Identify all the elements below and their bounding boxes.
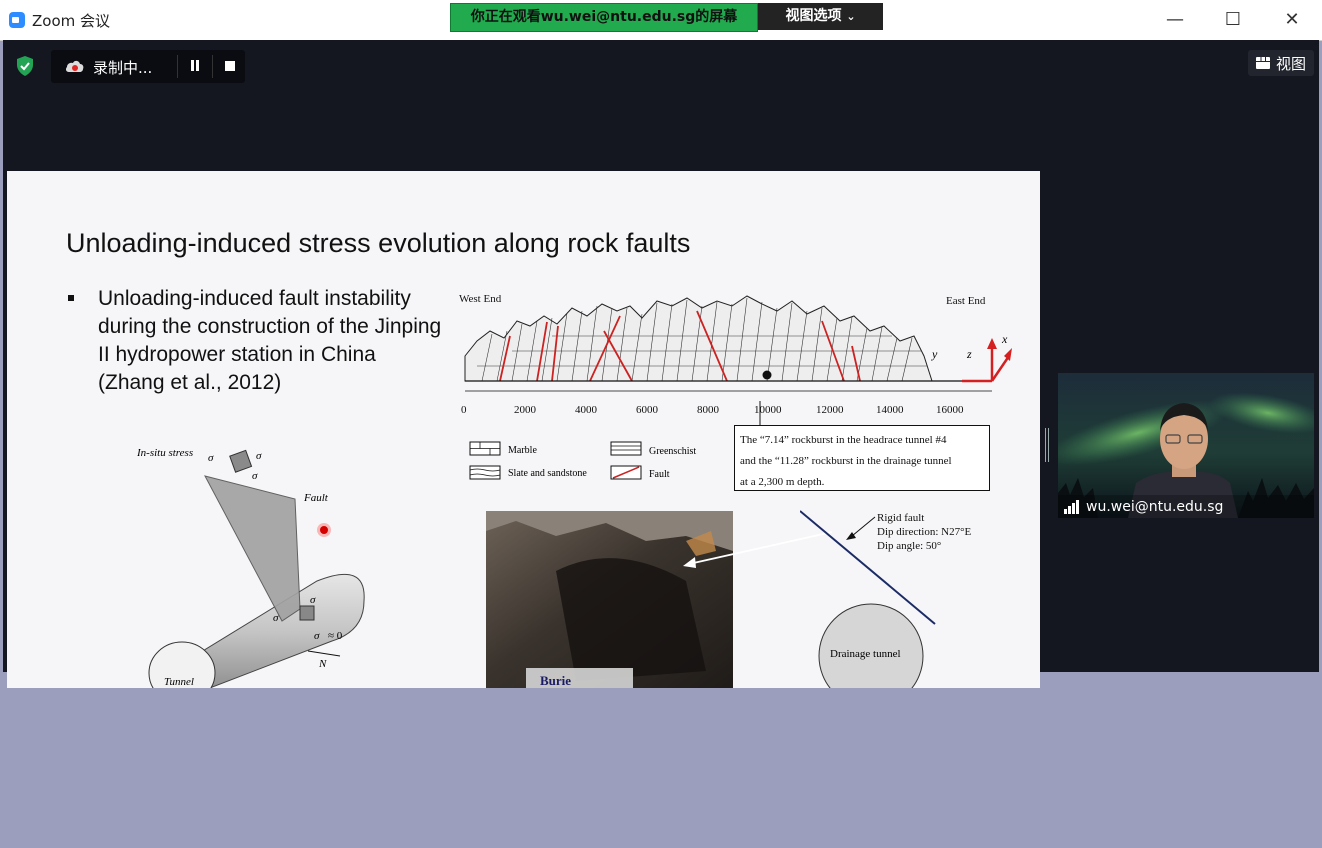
toolbar-divider [212, 55, 213, 78]
cloud-record-icon [65, 60, 84, 72]
panel-splitter-handle[interactable] [1045, 428, 1050, 462]
rockburst-callout-box: The “7.14” rockburst in the headrace tun… [734, 425, 990, 491]
fault-info-line: Dip direction: N27°E [877, 526, 972, 538]
axis-tick: 2000 [514, 404, 537, 416]
sigma-label: σ [273, 612, 279, 624]
sigma-label: σ [314, 630, 320, 642]
sigma-label: σ [252, 470, 258, 482]
screen-share-banner: 你正在观看wu.wei@ntu.edu.sg的屏幕 [450, 3, 758, 32]
sigma-label: σ [208, 452, 214, 464]
view-options-label: 视图选项 [785, 8, 842, 24]
axis-tick: 4000 [575, 404, 598, 416]
encryption-shield-icon[interactable] [15, 55, 35, 77]
callout-line: at a 2,300 m depth. [740, 476, 825, 488]
video-feed [1058, 373, 1314, 518]
bullet-marker [68, 295, 74, 301]
view-options-button[interactable]: 视图选项 ⌄ [758, 3, 883, 30]
axis-tick: 14000 [876, 404, 904, 416]
callout-line: and the “11.28” rockburst in the drainag… [740, 455, 952, 467]
north-label: N [318, 658, 327, 670]
minimize-button[interactable]: — [1155, 6, 1195, 34]
stop-recording-button[interactable] [225, 61, 235, 71]
sigma-label: σ [256, 450, 262, 462]
insitu-stress-label: In-situ stress [136, 447, 193, 459]
east-end-label: East End [946, 295, 986, 307]
legend-fault: Fault [649, 469, 670, 480]
axis-tick: 16000 [936, 404, 964, 416]
legend-slate: Slate and sandstone [508, 468, 587, 479]
profile-axis-ticks: 0 2000 4000 6000 8000 10000 12000 14000 … [461, 404, 964, 416]
rigid-fault-info: Rigid fault Dip direction: N27°E Dip ang… [877, 511, 971, 553]
legend-marble: Marble [508, 445, 537, 456]
x-axis-arrow [990, 355, 1011, 382]
geological-profile-figure: West End East End z x y 0 2000 4000 6000… [459, 293, 1012, 416]
chevron-down-icon: ⌄ [846, 10, 856, 23]
tunnel-label: Tunnel [164, 676, 194, 688]
participant-name: wu.wei@ntu.edu.sg [1086, 499, 1224, 515]
slide-bullet: Unloading-induced fault instability duri… [98, 287, 442, 394]
tunnel-fault-stress-sketch: In-situ stress σ σ σ Fault σ σ σ ≈ 0 N T… [136, 447, 365, 688]
lithology-legend: Marble Slate and sandstone Greenschist F… [469, 441, 696, 480]
app-title: Zoom 会议 [32, 12, 111, 30]
window-titlebar: Zoom 会议 你正在观看wu.wei@ntu.edu.sg的屏幕 视图选项 ⌄… [0, 0, 1322, 41]
legend-greenschist: Greenschist [649, 446, 696, 457]
signal-strength-icon [1064, 500, 1079, 514]
approx-zero-label: ≈ 0 [328, 630, 343, 642]
close-button[interactable]: ✕ [1272, 6, 1312, 34]
y-axis-label: y [931, 347, 938, 361]
lower-window-area [0, 688, 1322, 848]
rockburst-location-marker [762, 370, 772, 380]
recording-indicator: 录制中... [51, 50, 245, 83]
x-axis-label: x [1001, 332, 1008, 346]
view-grid-icon [1256, 57, 1270, 69]
view-button[interactable]: 视图 [1248, 50, 1314, 76]
fault-info-line: Dip angle: 50° [877, 540, 942, 552]
fault-label: Fault [303, 492, 329, 504]
zoom-logo-icon [9, 12, 25, 28]
laser-pointer-dot [317, 523, 331, 537]
axis-tick: 0 [461, 404, 467, 416]
axis-tick: 6000 [636, 404, 659, 416]
callout-line: The “7.14” rockburst in the headrace tun… [740, 434, 947, 446]
sigma-label: σ [310, 594, 316, 606]
fault-info-line: Rigid fault [877, 512, 925, 524]
participant-video[interactable]: wu.wei@ntu.edu.sg [1058, 373, 1314, 518]
recording-label: 录制中... [93, 59, 153, 77]
z-axis-label: z [966, 347, 972, 361]
maximize-button[interactable]: ☐ [1213, 6, 1253, 34]
shared-slide: Unloading-induced stress evolution along… [7, 171, 1040, 688]
west-end-label: West End [459, 293, 502, 305]
slide-title: Unloading-induced stress evolution along… [66, 228, 691, 258]
axis-tick: 8000 [697, 404, 720, 416]
view-label: 视图 [1276, 55, 1307, 73]
photo-caption: Burie [540, 673, 571, 688]
toolbar-divider [177, 55, 178, 78]
axis-tick: 12000 [816, 404, 844, 416]
pause-recording-button[interactable] [189, 60, 200, 72]
drainage-tunnel-label: Drainage tunnel [830, 648, 901, 660]
